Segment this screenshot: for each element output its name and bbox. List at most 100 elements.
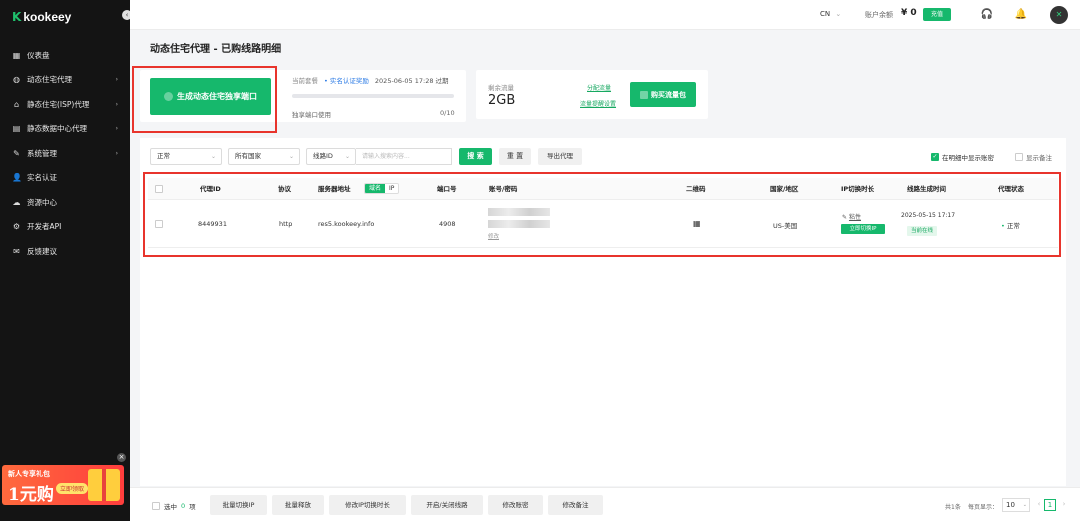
- brand-logo[interactable]: K kookeey: [12, 10, 71, 24]
- generate-port-button[interactable]: 生成动态住宅独享端口: [150, 78, 271, 115]
- promo-close-icon[interactable]: ×: [117, 453, 126, 462]
- switch-ip-button[interactable]: 立即切换IP: [841, 224, 885, 234]
- toggle-line-button[interactable]: 开启/关闭线路: [411, 495, 483, 515]
- sidebar-item-feedback[interactable]: ✉ 反馈建议: [0, 239, 130, 264]
- toggle-domain[interactable]: 域名: [365, 184, 386, 193]
- traffic-alert-link[interactable]: 流量提醒设置: [580, 99, 616, 108]
- per-page-label: 每页显示：: [968, 504, 999, 511]
- select-all-checkbox[interactable]: [155, 185, 163, 193]
- header-port: 端口号: [437, 185, 457, 193]
- sidebar-item-static-datacenter[interactable]: ▤ 静态数据中心代理 ›: [0, 117, 130, 142]
- chevron-down-icon: ⌄: [1022, 502, 1027, 508]
- chevron-down-icon: ⌄: [835, 10, 842, 18]
- header-qr: 二维码: [686, 185, 706, 193]
- sidebar-item-dynamic-residential[interactable]: ◍ 动态住宅代理 ›: [0, 68, 130, 93]
- show-password-label: 在明细中显示账密: [942, 154, 994, 162]
- sidebar-item-label: 反馈建议: [27, 246, 57, 256]
- globe-icon: ◍: [13, 75, 20, 85]
- avatar[interactable]: ✕: [1050, 6, 1068, 24]
- show-note-option[interactable]: 显示备注: [1015, 152, 1052, 162]
- status-select-value: 正常: [157, 152, 170, 160]
- toggle-ip[interactable]: IP: [385, 184, 399, 193]
- recharge-button[interactable]: 充值: [923, 8, 951, 21]
- search-field-select[interactable]: 线路ID ⌄: [306, 148, 356, 165]
- show-password-checkbox[interactable]: ✓: [931, 153, 939, 161]
- pencil-icon: ✎: [842, 214, 848, 221]
- header-proxy-id: 代理ID: [200, 185, 221, 193]
- chevron-right-icon: ›: [115, 149, 118, 157]
- top-header: CN ⌄ 账户余额 ¥ 0 充值 🎧 🔔 ✕: [130, 0, 1080, 30]
- sidebar-item-resources[interactable]: ☁ 资源中心: [0, 190, 130, 215]
- chevron-right-icon: ›: [115, 125, 118, 133]
- sidebar-item-label: 动态住宅代理: [27, 75, 72, 85]
- bulk-release-button[interactable]: 批量释放: [272, 495, 324, 515]
- cell-country: US-美国: [773, 222, 798, 230]
- sidebar-item-label: 仪表盘: [27, 50, 50, 60]
- status-badge: • 正常: [1001, 220, 1020, 230]
- promo-banner[interactable]: 新人专享礼包 1元购 立即领取: [2, 465, 124, 505]
- cell-created: 2025-05-15 17:17: [901, 212, 956, 219]
- row-checkbox[interactable]: [155, 220, 163, 228]
- bulk-switch-ip-button[interactable]: 批量切换IP: [210, 495, 267, 515]
- header-created: 线路生成时间: [907, 185, 946, 193]
- search-field-value: 线路ID: [313, 152, 333, 160]
- country-select[interactable]: 所有国家 ⌄: [228, 148, 300, 165]
- gift-box-icon: [88, 469, 120, 501]
- buy-traffic-button[interactable]: 购买流量包: [630, 82, 696, 107]
- promo-headline: 1元购: [8, 485, 54, 505]
- sidebar-item-api[interactable]: ⚙ 开发者API: [0, 215, 130, 240]
- page-title: 动态住宅代理 - 已购线路明细: [150, 44, 282, 55]
- bag-icon: [640, 90, 648, 99]
- home-icon: ⌂: [13, 99, 20, 109]
- show-password-option[interactable]: ✓ 在明细中显示账密: [931, 152, 994, 162]
- language-selector[interactable]: CN ⌄: [820, 10, 841, 18]
- export-proxy-button[interactable]: 导出代理: [538, 148, 582, 165]
- selected-number: 0: [181, 502, 186, 510]
- selected-prefix: 选中: [164, 503, 177, 511]
- per-page-select[interactable]: 10 ⌄: [1002, 498, 1030, 512]
- bell-icon[interactable]: 🔔: [1014, 8, 1028, 22]
- modify-note-button[interactable]: 修改备注: [548, 495, 603, 515]
- remaining-traffic-label: 剩余流量: [488, 84, 514, 92]
- port-usage-value: 0/10: [440, 109, 455, 117]
- sidebar-item-dashboard[interactable]: ▦ 仪表盘: [0, 43, 130, 68]
- package-info: 当前套餐 • 实名认证奖励 2025-06-05 17:28 过期: [292, 75, 449, 85]
- search-button[interactable]: 搜 索: [459, 148, 492, 165]
- allocate-traffic-link[interactable]: 分配流量: [587, 83, 611, 92]
- cell-port: 4908: [439, 220, 456, 228]
- edit-account-link[interactable]: 修改: [488, 232, 499, 240]
- sidebar-nav: ▦ 仪表盘 ◍ 动态住宅代理 › ⌂ 静态住宅(ISP)代理 › ▤ 静态数据中…: [0, 43, 130, 264]
- modify-switch-duration-button[interactable]: 修改IP切换时长: [329, 495, 406, 515]
- masked-password: [488, 220, 550, 228]
- page-1-button[interactable]: 1: [1044, 499, 1056, 511]
- search-input[interactable]: 请输入搜索内容...: [356, 148, 452, 165]
- modify-credentials-button[interactable]: 修改账密: [488, 495, 543, 515]
- headset-icon[interactable]: 🎧: [980, 8, 994, 22]
- promo-claim-button[interactable]: 立即领取: [56, 483, 89, 494]
- status-dot-icon: •: [1001, 222, 1005, 230]
- chevron-right-icon: ›: [115, 100, 118, 108]
- port-usage-progress: [292, 94, 454, 98]
- realname-reward-tag[interactable]: • 实名认证奖励: [324, 75, 369, 85]
- cell-proxy-id: 8449931: [198, 220, 227, 228]
- sidebar-item-system[interactable]: ✎ 系统管理 ›: [0, 141, 130, 166]
- promo-subtitle: 新人专享礼包: [8, 470, 50, 478]
- sidebar-item-realname[interactable]: 👤 实名认证: [0, 166, 130, 191]
- per-page-value: 10: [1006, 501, 1015, 509]
- package-label: 当前套餐: [292, 77, 318, 85]
- show-note-checkbox[interactable]: [1015, 153, 1023, 161]
- next-page-button[interactable]: ›: [1058, 499, 1070, 511]
- selected-count[interactable]: 选中 0 项: [152, 501, 196, 511]
- port-usage-label: 独享端口使用: [292, 111, 331, 119]
- traffic-card: 剩余流量 2GB 分配流量 流量提醒设置 购买流量包: [476, 70, 708, 119]
- status-select[interactable]: 正常 ⌄: [150, 148, 222, 165]
- dashboard-icon: ▦: [12, 50, 21, 60]
- reset-button[interactable]: 重 置: [499, 148, 531, 165]
- sidebar-item-static-isp[interactable]: ⌂ 静态住宅(ISP)代理 ›: [0, 92, 130, 117]
- ip-mode-sticky[interactable]: ✎ 粘性: [842, 212, 861, 221]
- buy-traffic-label: 购买流量包: [651, 90, 686, 99]
- qr-code-icon[interactable]: ▦: [693, 219, 701, 228]
- bulk-select-checkbox[interactable]: [152, 502, 160, 510]
- server-display-toggle[interactable]: 域名 IP: [364, 183, 400, 194]
- generate-port-label: 生成动态住宅独享端口: [177, 92, 257, 101]
